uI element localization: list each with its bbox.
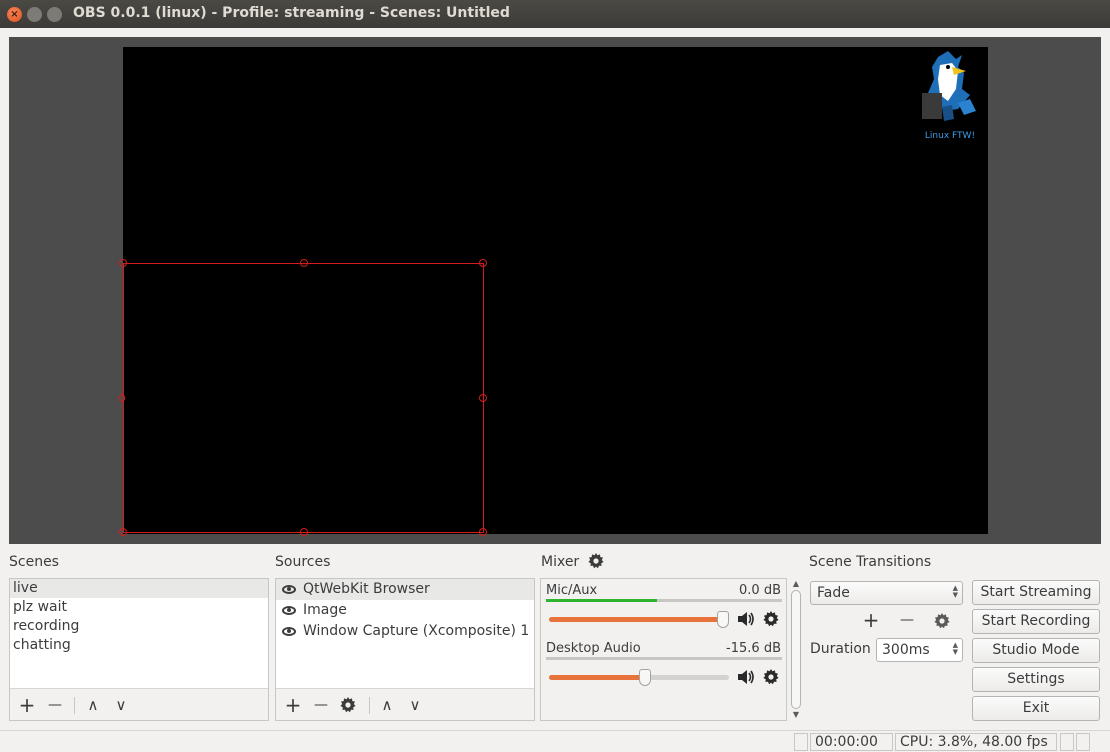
status-indicator xyxy=(1076,733,1090,751)
status-indicator xyxy=(1060,733,1074,751)
visibility-eye-icon[interactable] xyxy=(282,627,296,636)
scene-item-chatting[interactable]: chatting xyxy=(10,636,268,655)
mic-aux-volume-fill xyxy=(549,617,723,622)
resize-handle-top-left[interactable] xyxy=(119,259,127,267)
mic-aux-db: 0.0 dB xyxy=(739,583,781,598)
mic-aux-mute-speaker-icon[interactable] xyxy=(737,611,755,627)
resize-handle-left[interactable] xyxy=(119,394,125,402)
start-streaming-button[interactable]: Start Streaming xyxy=(972,580,1100,605)
tux-penguin-icon xyxy=(922,51,976,121)
spin-arrows-icon[interactable]: ▲ ▼ xyxy=(953,642,958,656)
source-item[interactable]: Image xyxy=(276,600,534,621)
mic-aux-gear-icon[interactable] xyxy=(763,611,779,627)
mic-aux-volume-knob[interactable] xyxy=(717,611,729,628)
settings-button[interactable]: Settings xyxy=(972,667,1100,692)
desktop-audio-volume-fill xyxy=(549,675,645,680)
scenes-panel: live plz wait recording chatting + — ∧ ∨ xyxy=(9,578,269,721)
toolbar-separator xyxy=(369,697,370,714)
title-bar: × OBS 0.0.1 (linux) - Profile: streaming… xyxy=(0,0,1110,28)
tux-logo-source: Linux FTW! xyxy=(918,49,982,141)
desktop-audio-db: -15.6 dB xyxy=(726,641,781,656)
toolbar-separator xyxy=(74,697,75,714)
sources-toolbar: + — ∧ ∨ xyxy=(276,688,534,720)
source-name: QtWebKit Browser xyxy=(303,581,430,597)
window-title: OBS 0.0.1 (linux) - Profile: streaming -… xyxy=(73,5,510,21)
logo-caption: Linux FTW! xyxy=(924,131,976,141)
remove-source-button[interactable]: — xyxy=(311,695,331,715)
close-window-button[interactable]: × xyxy=(7,7,22,22)
status-indicator xyxy=(794,733,808,751)
desktop-audio-volume-knob[interactable] xyxy=(639,669,651,686)
visibility-eye-icon[interactable] xyxy=(282,585,296,594)
source-name: Image xyxy=(303,602,347,618)
status-time: 00:00:00 xyxy=(810,733,893,751)
desktop-audio-gear-icon[interactable] xyxy=(763,669,779,685)
preview-canvas[interactable]: Linux FTW! xyxy=(119,47,988,536)
add-source-button[interactable]: + xyxy=(283,695,303,715)
duration-label: Duration xyxy=(810,641,871,657)
scene-item-live[interactable]: live xyxy=(10,579,268,598)
source-name: Window Capture (Xcomposite) 1 xyxy=(303,623,530,639)
mic-aux-volume-slider[interactable] xyxy=(549,611,729,628)
start-recording-button[interactable]: Start Recording xyxy=(972,609,1100,634)
preview-area[interactable]: Linux FTW! xyxy=(9,37,1101,544)
mic-aux-level-meter xyxy=(546,599,782,602)
add-transition-button[interactable]: + xyxy=(861,610,881,630)
resize-handle-bottom[interactable] xyxy=(300,528,308,536)
exit-button[interactable]: Exit xyxy=(972,696,1100,721)
resize-handle-top-right[interactable] xyxy=(479,259,487,267)
scene-item-recording[interactable]: recording xyxy=(10,617,268,636)
scroll-down-arrow-icon[interactable]: ▼ xyxy=(789,709,803,721)
scrollbar-track[interactable] xyxy=(791,590,801,709)
move-source-up-button[interactable]: ∧ xyxy=(377,695,397,715)
resize-handle-bottom-left[interactable] xyxy=(119,528,127,536)
remove-transition-button[interactable]: — xyxy=(897,610,917,630)
sources-label: Sources xyxy=(275,554,331,570)
duration-value: 300ms xyxy=(882,642,930,658)
scene-item-plz-wait[interactable]: plz wait xyxy=(10,598,268,617)
move-scene-down-button[interactable]: ∨ xyxy=(111,695,131,715)
mixer-label: Mixer xyxy=(541,553,604,570)
scenes-toolbar: + — ∧ ∨ xyxy=(10,688,268,720)
scroll-up-arrow-icon[interactable]: ▲ xyxy=(789,578,803,590)
status-bar: 00:00:00 CPU: 3.8%, 48.00 fps xyxy=(0,730,1110,752)
source-item[interactable]: QtWebKit Browser xyxy=(276,579,534,600)
resize-handle-bottom-right[interactable] xyxy=(479,528,487,536)
transition-properties-gear-icon[interactable] xyxy=(934,613,950,629)
move-source-down-button[interactable]: ∨ xyxy=(405,695,425,715)
transition-select[interactable]: Fade ▲ ▼ xyxy=(810,581,963,605)
sources-panel: QtWebKit Browser Image Window Capture (X… xyxy=(275,578,535,721)
desktop-audio-name: Desktop Audio xyxy=(546,641,641,656)
minimize-window-button[interactable] xyxy=(27,7,42,22)
status-cpu: CPU: 3.8%, 48.00 fps xyxy=(895,733,1057,751)
mixer-panel: Mic/Aux 0.0 dB Desktop Audio -15.6 dB xyxy=(540,578,787,721)
mixer-scrollbar[interactable]: ▲ ▼ xyxy=(789,578,803,721)
mic-aux-name: Mic/Aux xyxy=(546,583,598,598)
visibility-eye-icon[interactable] xyxy=(282,606,296,615)
mixer-label-text: Mixer xyxy=(541,554,580,570)
scene-transitions-label: Scene Transitions xyxy=(809,554,932,570)
resize-handle-top[interactable] xyxy=(300,259,308,267)
source-selection-box[interactable] xyxy=(119,259,487,536)
add-scene-button[interactable]: + xyxy=(17,695,37,715)
combo-arrows-icon: ▲ ▼ xyxy=(952,584,958,599)
desktop-audio-volume-slider[interactable] xyxy=(549,669,729,686)
remove-scene-button[interactable]: — xyxy=(45,695,65,715)
resize-handle-right[interactable] xyxy=(479,394,487,402)
move-scene-up-button[interactable]: ∧ xyxy=(83,695,103,715)
maximize-window-button[interactable] xyxy=(47,7,62,22)
studio-mode-button[interactable]: Studio Mode xyxy=(972,638,1100,663)
source-properties-gear-icon[interactable] xyxy=(340,697,356,713)
desktop-audio-level-meter xyxy=(546,657,782,660)
mixer-gear-icon[interactable] xyxy=(588,553,604,569)
duration-spinbox[interactable]: 300ms ▲ ▼ xyxy=(876,638,963,662)
scenes-label: Scenes xyxy=(9,554,59,570)
transition-select-value: Fade xyxy=(817,585,850,601)
source-item[interactable]: Window Capture (Xcomposite) 1 xyxy=(276,621,534,642)
mic-aux-level-fill xyxy=(546,599,657,602)
desktop-audio-mute-speaker-icon[interactable] xyxy=(737,669,755,685)
